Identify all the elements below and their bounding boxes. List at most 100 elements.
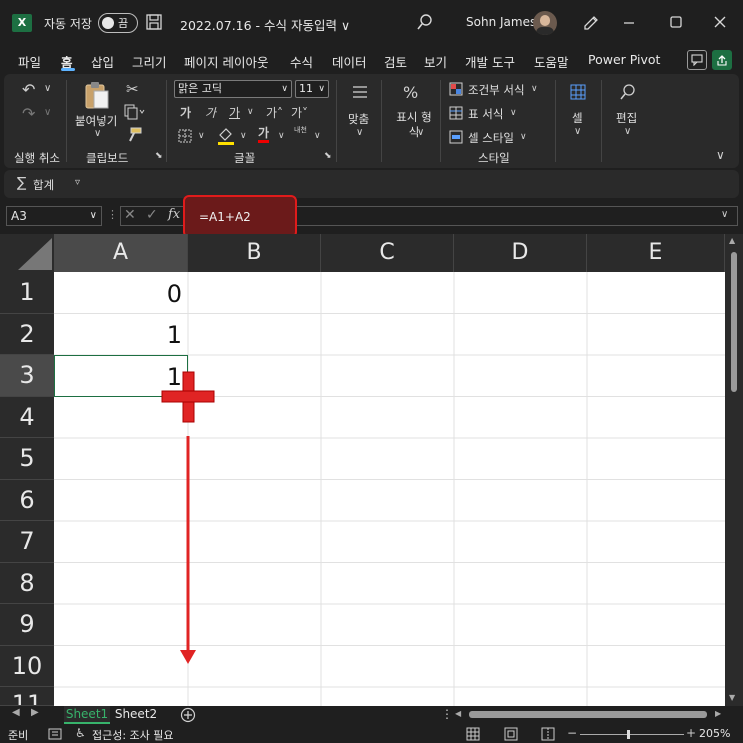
row-header-8[interactable]: 8	[0, 562, 54, 604]
cell-grid[interactable]: 0 1 1	[54, 272, 725, 706]
font-launcher-icon[interactable]: ⬊	[324, 151, 332, 161]
row-header-7[interactable]: 7	[0, 521, 54, 563]
borders-icon[interactable]	[177, 128, 193, 144]
paste-icon[interactable]	[84, 80, 110, 110]
macro-record-icon[interactable]	[48, 727, 62, 741]
prev-sheet-icon[interactable]: ◀	[12, 707, 20, 718]
row-header-10[interactable]: 10	[0, 645, 54, 687]
format-as-table-icon[interactable]	[449, 106, 463, 120]
alignment-label[interactable]: 맞춤	[348, 111, 369, 127]
format-as-table-label[interactable]: 표 서식	[468, 106, 503, 122]
vertical-scrollbar[interactable]: ▲ ▼	[725, 234, 743, 706]
underline-dropdown-icon[interactable]: ∨	[247, 107, 254, 117]
tab-review[interactable]: 검토	[384, 52, 407, 71]
phonetic-dropdown-icon[interactable]: ∨	[314, 131, 321, 141]
zoom-slider[interactable]	[580, 734, 684, 735]
confirm-entry-icon[interactable]: ✓	[146, 207, 158, 223]
cell-a1[interactable]: 0	[54, 280, 182, 308]
number-format-dropdown-icon[interactable]: ∨	[417, 127, 424, 138]
bold-button[interactable]: 가	[180, 104, 191, 121]
phonetic-button[interactable]: 내천	[294, 126, 308, 134]
paste-label[interactable]: 붙여넣기	[75, 113, 117, 129]
zoom-slider-thumb[interactable]	[627, 730, 630, 739]
format-painter-icon[interactable]	[126, 127, 142, 143]
font-color-button[interactable]: 가	[258, 126, 270, 143]
scroll-down-icon[interactable]: ▼	[729, 693, 735, 702]
borders-dropdown-icon[interactable]: ∨	[198, 131, 205, 141]
page-break-view-icon[interactable]	[541, 727, 555, 741]
normal-view-icon[interactable]	[466, 727, 480, 741]
page-layout-view-icon[interactable]	[504, 727, 518, 741]
column-header-d[interactable]: D	[454, 234, 587, 272]
chevron-down-icon[interactable]: ∨	[520, 132, 527, 142]
next-sheet-icon[interactable]: ▶	[31, 707, 39, 718]
close-icon[interactable]	[713, 15, 727, 29]
number-format-label[interactable]: 표시 형식	[392, 110, 436, 140]
scroll-right-icon[interactable]: ▶	[715, 709, 721, 718]
cells-label[interactable]: 셀	[572, 110, 583, 126]
row-header-1[interactable]: 1	[0, 272, 54, 314]
column-header-c[interactable]: C	[321, 234, 454, 272]
scroll-left-icon[interactable]: ◀	[455, 709, 461, 718]
accessibility-icon[interactable]: ♿	[75, 726, 86, 740]
row-header-11[interactable]: 11	[0, 687, 54, 706]
cell-styles-label[interactable]: 셀 스타일	[468, 130, 514, 146]
name-box[interactable]: A3 ∨	[6, 206, 102, 226]
tab-insert[interactable]: 삽입	[91, 52, 114, 71]
editing-dropdown-icon[interactable]: ∨	[624, 126, 631, 137]
font-size-select[interactable]: 11 ∨	[295, 80, 329, 98]
cells-icon[interactable]	[570, 84, 586, 100]
tab-page-layout[interactable]: 페이지 레이아웃	[184, 52, 268, 71]
autosum-label[interactable]: 합계	[33, 177, 54, 193]
tab-view[interactable]: 보기	[424, 52, 447, 71]
undo-icon[interactable]: ↶	[22, 80, 35, 99]
row-header-6[interactable]: 6	[0, 479, 54, 521]
row-header-4[interactable]: 4	[0, 396, 54, 438]
editing-label[interactable]: 편집	[616, 110, 637, 126]
add-sheet-icon[interactable]	[180, 707, 196, 723]
save-icon[interactable]	[146, 14, 162, 30]
italic-button[interactable]: 가	[205, 104, 216, 121]
clipboard-launcher-icon[interactable]: ⬊	[155, 151, 163, 161]
find-search-icon[interactable]	[619, 83, 637, 101]
horizontal-scroll-thumb[interactable]	[469, 711, 707, 718]
select-all-corner[interactable]	[0, 234, 54, 272]
cut-icon[interactable]: ✂	[126, 80, 139, 98]
window-title[interactable]: 2022.07.16 - 수식 자동입력 ∨	[180, 15, 350, 34]
feedback-pen-icon[interactable]	[582, 14, 600, 32]
column-header-e[interactable]: E	[587, 234, 725, 272]
row-header-9[interactable]: 9	[0, 604, 54, 646]
column-header-a[interactable]: A	[54, 234, 188, 272]
vertical-scroll-thumb[interactable]	[731, 252, 737, 392]
paste-dropdown-icon[interactable]: ∨	[94, 128, 101, 139]
sheet-tab-sheet1[interactable]: Sheet1	[64, 706, 110, 724]
zoom-in-button[interactable]: +	[686, 726, 696, 740]
user-name[interactable]: Sohn James	[466, 15, 536, 29]
avatar[interactable]	[533, 11, 557, 35]
tab-split-icon[interactable]: ⋮	[441, 707, 453, 721]
autosave-toggle[interactable]: 끔	[98, 13, 138, 33]
tab-help[interactable]: 도움말	[534, 52, 569, 71]
insert-function-button[interactable]: fx	[168, 207, 180, 222]
font-color-dropdown-icon[interactable]: ∨	[278, 131, 285, 141]
accessibility-status[interactable]: 접근성: 조사 필요	[92, 727, 174, 743]
column-header-b[interactable]: B	[188, 234, 321, 272]
tab-formulas[interactable]: 수식	[290, 52, 313, 71]
grow-font-button[interactable]: 가˄	[266, 104, 283, 121]
scroll-up-icon[interactable]: ▲	[729, 236, 735, 245]
conditional-format-icon[interactable]	[449, 82, 463, 96]
share-icon[interactable]	[712, 50, 732, 70]
percent-icon[interactable]: %	[403, 83, 418, 102]
customize-toolbar-icon[interactable]: ▿	[75, 177, 80, 188]
copy-icon[interactable]	[124, 104, 146, 120]
formula-input[interactable]: =A1+A2	[199, 210, 251, 224]
tab-file[interactable]: 파일	[18, 52, 41, 71]
expand-formula-bar-icon[interactable]: ∨	[721, 209, 728, 220]
row-header-5[interactable]: 5	[0, 438, 54, 480]
search-icon[interactable]	[417, 14, 433, 30]
row-header-3[interactable]: 3	[0, 355, 54, 397]
undo-dropdown-icon[interactable]: ∨	[44, 83, 51, 94]
chevron-down-icon[interactable]: ∨	[510, 108, 517, 118]
sheet-tab-sheet2[interactable]: Sheet2	[114, 706, 158, 724]
shrink-font-button[interactable]: 가˅	[291, 104, 308, 121]
